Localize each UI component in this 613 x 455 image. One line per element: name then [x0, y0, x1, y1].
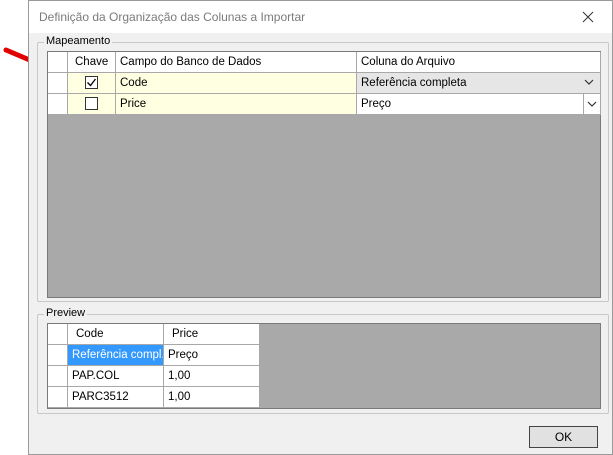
row-header[interactable]: [48, 387, 68, 408]
preview-cell[interactable]: 1,00: [164, 366, 260, 387]
row-header[interactable]: [48, 345, 68, 366]
file-column-select[interactable]: Referência completa: [357, 73, 601, 94]
key-checkbox-cell[interactable]: [68, 73, 116, 94]
preview-grid[interactable]: Code Price Referência compl... Preço PAP…: [47, 323, 601, 409]
preview-corner-header: [48, 324, 68, 345]
column-header-db-field[interactable]: Campo do Banco de Dados: [116, 52, 357, 73]
mapping-group-label: Mapeamento: [44, 35, 113, 47]
preview-cell[interactable]: Referência compl...: [68, 345, 164, 366]
key-checkbox[interactable]: [85, 97, 98, 110]
preview-cell[interactable]: 1,00: [164, 387, 260, 408]
preview-group-label: Preview: [44, 307, 88, 319]
title-bar: Definição da Organização das Colunas a I…: [29, 1, 612, 33]
mapping-corner-header: [48, 52, 68, 73]
column-header-file-column[interactable]: Coluna do Arquivo: [357, 52, 601, 73]
preview-cell[interactable]: PAP.COL: [68, 366, 164, 387]
preview-cell[interactable]: PARC3512: [68, 387, 164, 408]
row-header[interactable]: [48, 94, 68, 115]
chevron-down-icon[interactable]: [584, 78, 594, 86]
preview-header-code[interactable]: Code: [68, 324, 164, 345]
preview-cell[interactable]: Preço: [164, 345, 260, 366]
checkmark-icon: [87, 78, 97, 87]
window-title: Definição da Organização das Colunas a I…: [39, 10, 306, 24]
file-column-select[interactable]: Preço: [357, 94, 601, 115]
row-header[interactable]: [48, 366, 68, 387]
column-header-key[interactable]: Chave: [68, 52, 116, 73]
chevron-down-icon: [587, 101, 597, 107]
ok-button[interactable]: OK: [529, 426, 598, 448]
close-icon: [582, 11, 594, 23]
file-column-value: Referência completa: [361, 77, 467, 89]
row-header[interactable]: [48, 73, 68, 94]
preview-header-price[interactable]: Price: [164, 324, 260, 345]
key-checkbox-cell[interactable]: [68, 94, 116, 115]
key-checkbox[interactable]: [85, 76, 98, 89]
db-field-cell[interactable]: Price: [116, 94, 357, 115]
close-button[interactable]: [568, 3, 608, 31]
file-column-value: Preço: [361, 98, 392, 110]
dialog-window: Definição da Organização das Colunas a I…: [28, 0, 613, 455]
mapping-grid[interactable]: Chave Campo do Banco de Dados Coluna do …: [47, 51, 601, 298]
dropdown-button[interactable]: [583, 94, 600, 114]
db-field-cell[interactable]: Code: [116, 73, 357, 94]
